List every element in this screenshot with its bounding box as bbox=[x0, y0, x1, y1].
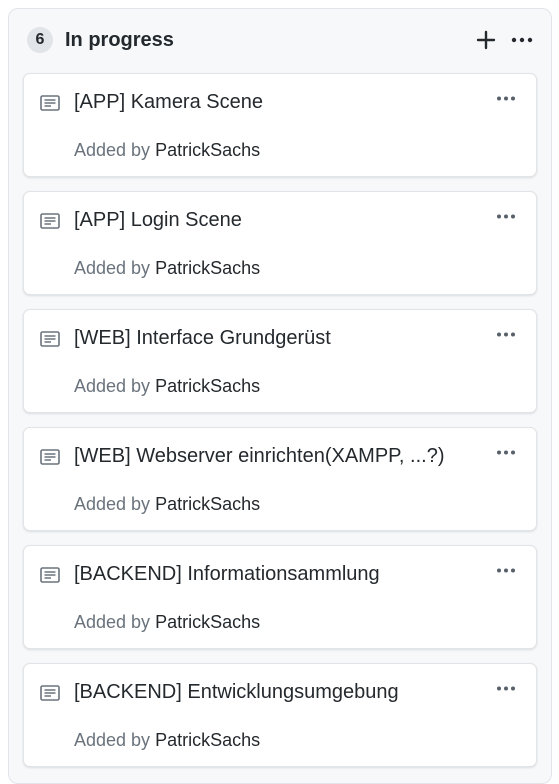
column-title: In progress bbox=[65, 28, 174, 51]
card-meta: Added by PatrickSachs bbox=[74, 730, 260, 751]
card[interactable]: [WEB] Webserver einrichten(XAMPP, ...?) … bbox=[23, 427, 537, 531]
card-meta: Added by PatrickSachs bbox=[74, 494, 260, 515]
plus-icon bbox=[476, 30, 496, 50]
note-icon bbox=[40, 685, 60, 701]
kebab-horizontal-icon bbox=[497, 332, 515, 336]
card-title[interactable]: [APP] Kamera Scene bbox=[74, 91, 476, 114]
note-icon bbox=[40, 331, 60, 347]
note-icon bbox=[40, 449, 60, 465]
kebab-horizontal-icon bbox=[497, 568, 515, 572]
card[interactable]: [APP] Login Scene Added by PatrickSachs bbox=[23, 191, 537, 295]
card-title[interactable]: [APP] Login Scene bbox=[74, 209, 476, 232]
card-title[interactable]: [BACKEND] Entwicklungsumgebung bbox=[74, 681, 476, 704]
card-meta: Added by PatrickSachs bbox=[74, 376, 260, 397]
card-list: [APP] Kamera Scene Added by PatrickSachs… bbox=[9, 71, 551, 767]
card-meta: Added by PatrickSachs bbox=[74, 612, 260, 633]
card[interactable]: [WEB] Interface Grundgerüst Added by Pat… bbox=[23, 309, 537, 413]
card[interactable]: [APP] Kamera Scene Added by PatrickSachs bbox=[23, 73, 537, 177]
added-by-label: Added by bbox=[74, 140, 151, 160]
card[interactable]: [BACKEND] Informationsammlung Added by P… bbox=[23, 545, 537, 649]
card-menu-button[interactable] bbox=[490, 560, 522, 580]
note-icon bbox=[40, 213, 60, 229]
column-menu-button[interactable] bbox=[507, 25, 537, 55]
card-menu-button[interactable] bbox=[490, 206, 522, 226]
kebab-horizontal-icon bbox=[497, 214, 515, 218]
card-title[interactable]: [BACKEND] Informationsammlung bbox=[74, 563, 476, 586]
author-link[interactable]: PatrickSachs bbox=[155, 730, 260, 750]
card[interactable]: [BACKEND] Entwicklungsumgebung Added by … bbox=[23, 663, 537, 767]
card-title[interactable]: [WEB] Interface Grundgerüst bbox=[74, 327, 476, 350]
kebab-horizontal-icon bbox=[497, 450, 515, 454]
add-card-button[interactable] bbox=[471, 25, 501, 55]
project-column: 6 In progress [APP] Kamera Scene Added b… bbox=[8, 8, 552, 784]
column-header: 6 In progress bbox=[9, 9, 551, 71]
author-link[interactable]: PatrickSachs bbox=[155, 140, 260, 160]
card-meta: Added by PatrickSachs bbox=[74, 258, 260, 279]
added-by-label: Added by bbox=[74, 258, 151, 278]
card-count-badge: 6 bbox=[27, 27, 53, 53]
card-menu-button[interactable] bbox=[490, 442, 522, 462]
author-link[interactable]: PatrickSachs bbox=[155, 258, 260, 278]
card-menu-button[interactable] bbox=[490, 678, 522, 698]
added-by-label: Added by bbox=[74, 612, 151, 632]
author-link[interactable]: PatrickSachs bbox=[155, 612, 260, 632]
added-by-label: Added by bbox=[74, 730, 151, 750]
note-icon bbox=[40, 95, 60, 111]
added-by-label: Added by bbox=[74, 376, 151, 396]
card-menu-button[interactable] bbox=[490, 88, 522, 108]
author-link[interactable]: PatrickSachs bbox=[155, 494, 260, 514]
kebab-horizontal-icon bbox=[497, 686, 515, 690]
kebab-horizontal-icon bbox=[511, 37, 533, 43]
note-icon bbox=[40, 567, 60, 583]
card-title[interactable]: [WEB] Webserver einrichten(XAMPP, ...?) bbox=[74, 445, 476, 468]
kebab-horizontal-icon bbox=[497, 96, 515, 100]
added-by-label: Added by bbox=[74, 494, 151, 514]
card-meta: Added by PatrickSachs bbox=[74, 140, 260, 161]
author-link[interactable]: PatrickSachs bbox=[155, 376, 260, 396]
card-menu-button[interactable] bbox=[490, 324, 522, 344]
